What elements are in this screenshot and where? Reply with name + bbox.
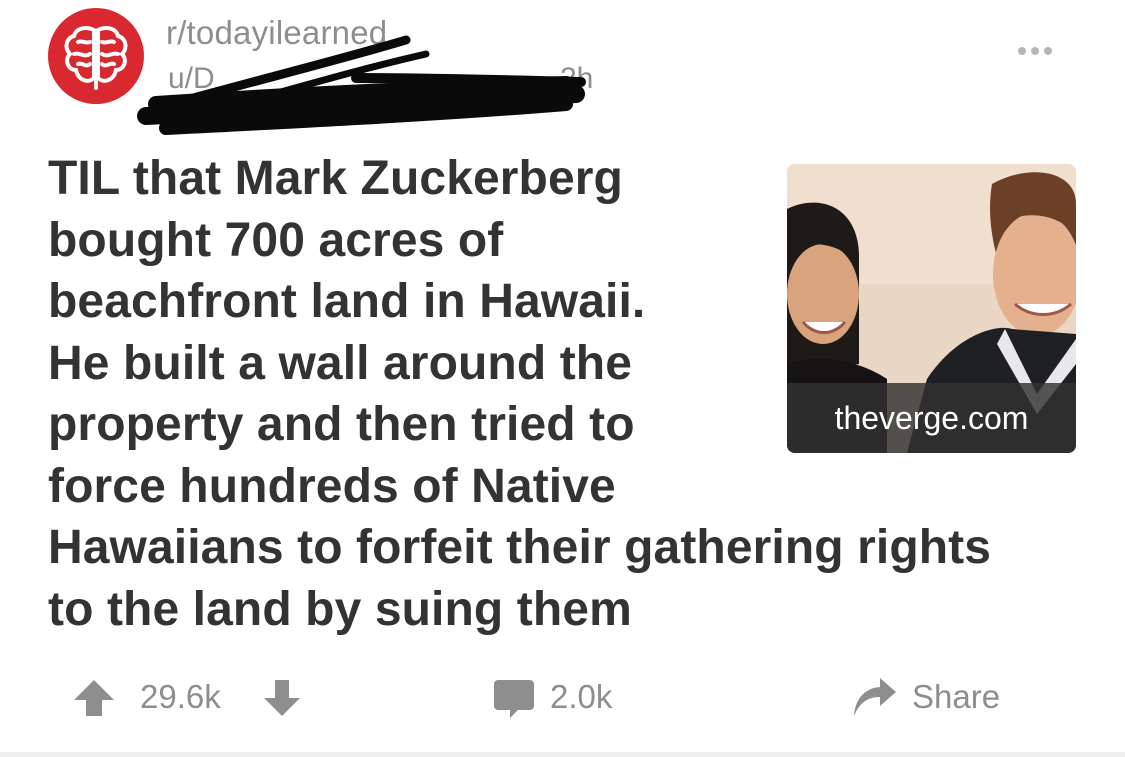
post-author-line: u/D 2h (137, 35, 606, 135)
downvote-arrow-icon (264, 680, 300, 716)
upvote-button[interactable] (72, 678, 116, 718)
post-action-bar: 29.6k 2.0k Share (0, 660, 1125, 740)
thumbnail-domain: theverge.com (787, 383, 1076, 453)
post-title-line: to the land by suing them (48, 582, 632, 636)
comment-bubble-icon (494, 680, 534, 718)
link-thumbnail[interactable]: theverge.com (787, 164, 1076, 453)
vote-score: 29.6k (140, 678, 221, 715)
share-arrow-icon (854, 678, 896, 716)
share-button[interactable] (850, 672, 898, 722)
share-label[interactable]: Share (912, 678, 1000, 716)
upvote-arrow-icon (74, 680, 114, 716)
comments-button[interactable] (492, 676, 536, 720)
post-title-line: force hundreds of Native (48, 459, 616, 513)
post-title-line: Hawaiians to forfeit their gathering rig… (48, 521, 992, 574)
more-options-icon[interactable] (1018, 42, 1062, 62)
downvote-button[interactable] (262, 678, 302, 718)
redaction-scribble (137, 35, 586, 135)
post-header: r/todayilearned u/D 2h (0, 0, 1125, 135)
comment-count: 2.0k (550, 678, 613, 715)
post-divider (0, 752, 1125, 757)
